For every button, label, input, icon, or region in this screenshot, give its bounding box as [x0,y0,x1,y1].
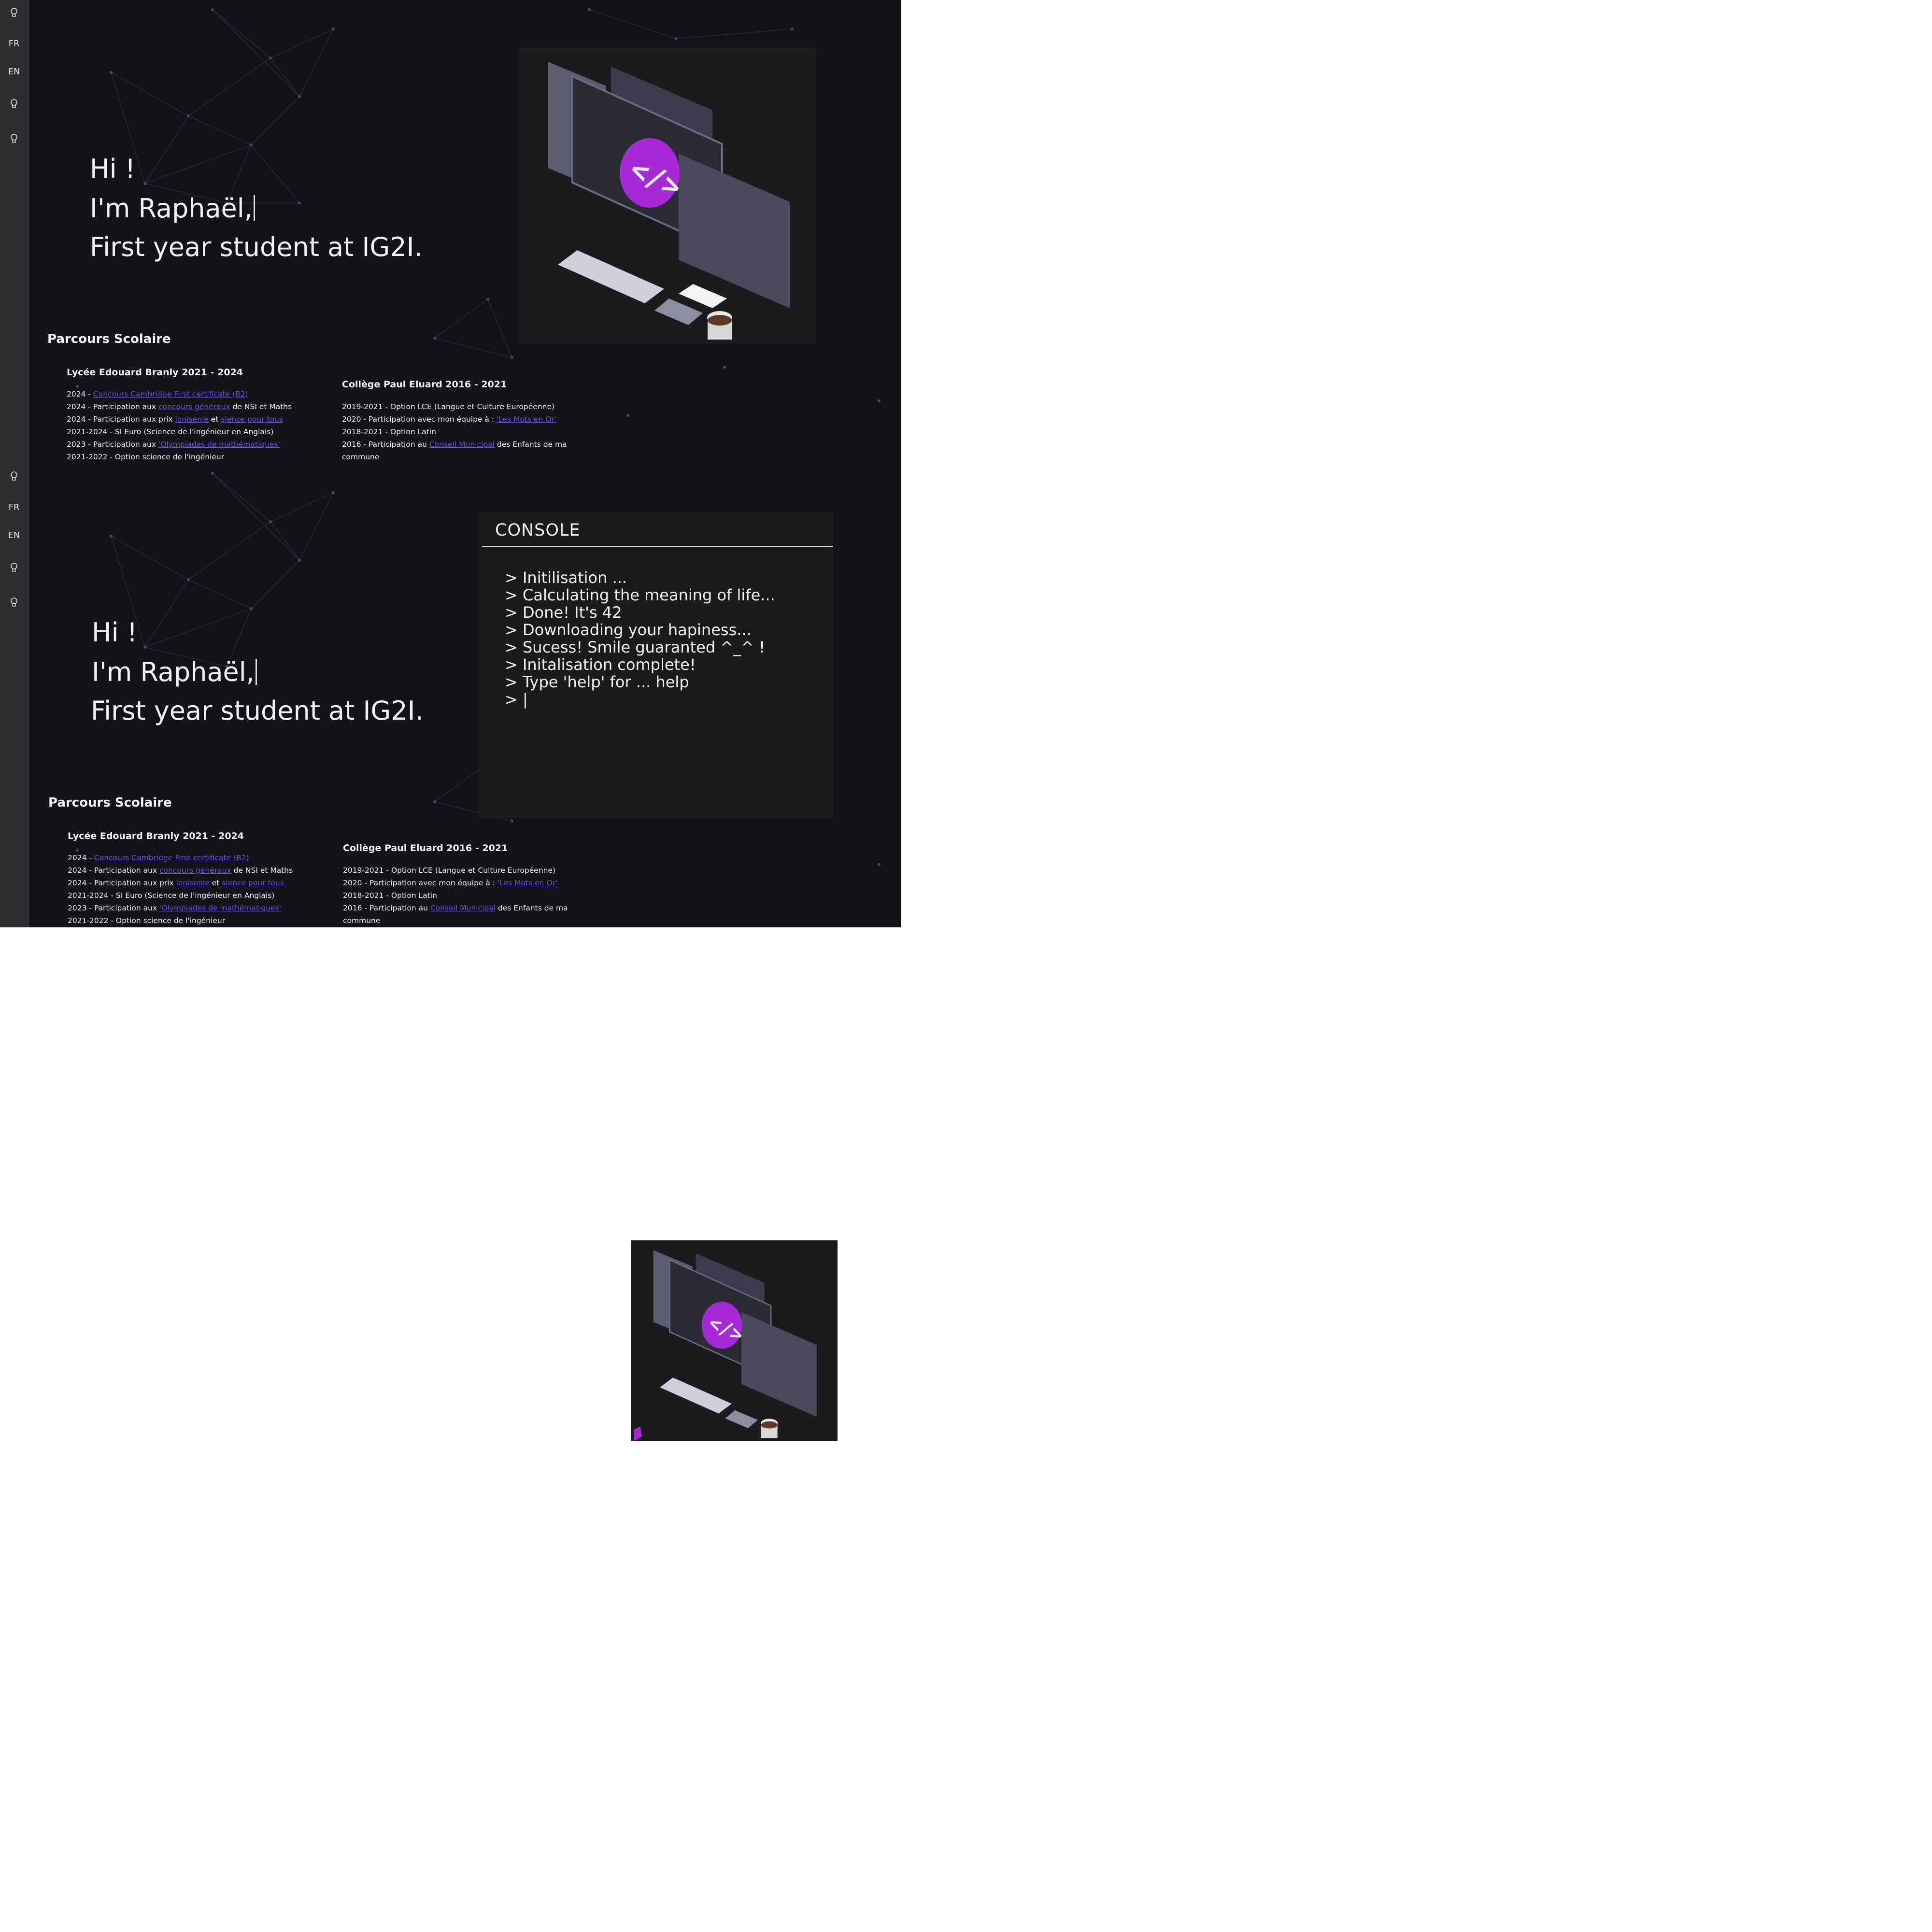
console-line: > Type 'help' for ... help [505,673,689,691]
mots-en-or-link[interactable]: 'Les Mots en Or' [497,879,557,887]
conseil-municipal-link[interactable]: Conseil Municipal [430,904,496,912]
lightbulb-icon [11,597,17,607]
lang-fr-button[interactable]: FR [0,39,28,49]
hero-name: I'm Raphaël, [92,657,257,687]
list-item: 2024 - Participation aux prix ionisenle … [67,415,283,424]
lightbulb-icon [11,134,17,143]
cambridge-link[interactable]: Concours Cambridge First certificate (B2… [93,390,248,398]
cambridge-link[interactable]: Concours Cambridge First certificate (B2… [94,853,249,862]
college-title: Collège Paul Eluard 2016 - 2021 [342,379,507,390]
list-item: 2024 - Participation aux concours généra… [68,866,293,875]
list-item: 2019-2021 - Option LCE (Langue et Cultur… [342,402,555,411]
education-title: Parcours Scolaire [48,796,172,810]
lightbulb-button[interactable] [0,134,28,144]
console-line: > Calculating the meaning of life... [505,586,775,604]
lycee-title: Lycée Edouard Branly 2021 - 2024 [68,831,244,841]
portfolio-view-console: FR EN Hi ! I'm Raphaël, First year stude… [0,464,901,927]
list-item: 2018-2021 - Option Latin [343,891,437,900]
list-item: 2024 - Participation aux concours généra… [67,402,292,411]
theme-toggle-button[interactable] [0,471,28,482]
console-title: CONSOLE [495,521,581,540]
list-item: 2021-2022 - Option science de l'ingénieu… [68,916,226,925]
console-input-line[interactable]: > | [505,691,775,708]
college-list: 2019-2021 - Option LCE (Langue et Cultur… [343,864,568,927]
lightbulb-button[interactable] [0,597,28,608]
olympiades-link[interactable]: 'Olympiades de mathématiques' [159,904,281,912]
computer-illustration-thumbnail: </> [631,1240,838,1441]
sience-pour-tous-link[interactable]: sience pour tous [221,415,283,424]
text-caret [255,659,257,685]
college-list: 2019-2021 - Option LCE (Langue et Cultur… [342,400,567,463]
portfolio-view-illustration: FR EN Hi ! I'm Raphaël, First year stude… [0,0,901,464]
lightbulb-button[interactable] [0,99,28,110]
education-title: Parcours Scolaire [47,332,171,346]
hero-greeting: Hi ! [90,154,136,184]
console-line: > Initilisation ... [505,568,627,587]
hero-greeting: Hi ! [92,617,138,648]
list-item: 2024 - Concours Cambridge First certific… [67,390,248,398]
concours-generaux-link[interactable]: concours généraux [159,866,231,875]
lycee-list: 2024 - Concours Cambridge First certific… [67,388,292,463]
lightbulb-button[interactable] [0,563,28,573]
lightbulb-icon [11,99,17,108]
list-item: 2021-2024 - SI Euro (Science de l'ingéni… [67,427,274,436]
list-item: 2019-2021 - Option LCE (Langue et Cultur… [343,866,556,875]
concours-generaux-link[interactable]: concours généraux [158,402,230,411]
list-item: commune [342,453,380,461]
lycee-title: Lycée Edouard Branly 2021 - 2024 [67,367,243,378]
lycee-list: 2024 - Concours Cambridge First certific… [68,852,293,927]
sidebar: FR EN [0,0,29,464]
list-item: 2020 - Participation avec mon équipe à :… [343,879,558,887]
theme-toggle-button[interactable] [0,8,28,18]
console-line: > Sucess! Smile guaranted ^_^ ! [505,638,765,656]
college-title: Collège Paul Eluard 2016 - 2021 [343,843,508,853]
lightbulb-icon [11,8,17,17]
list-item: 2023 - Participation aux 'Olympiades de … [68,904,281,912]
ionisenle-link[interactable]: ionisenle [175,415,209,424]
list-item: 2021-2022 - Option science de l'ingénieu… [67,453,225,461]
console-panel[interactable]: CONSOLE > Initilisation ... > Calculatin… [478,512,833,818]
lightbulb-icon [11,563,17,572]
computer-illustration: </> [519,47,816,344]
console-divider [482,546,833,547]
mots-en-or-link[interactable]: 'Les Mots en Or' [497,415,556,424]
lang-en-button[interactable]: EN [0,530,28,540]
hero-subtitle: First year student at IG2I. [91,696,424,726]
conseil-municipal-link[interactable]: Conseil Municipal [429,440,495,449]
sidebar: FR EN [0,464,29,927]
computer-illustration-graphic: </> [634,1250,817,1441]
olympiades-link[interactable]: 'Olympiades de mathématiques' [158,440,280,449]
computer-illustration-graphic: </> [548,62,790,340]
list-item: 2020 - Participation avec mon équipe à :… [342,415,557,424]
lightbulb-icon [11,471,17,481]
lang-en-button[interactable]: EN [0,67,28,77]
sience-pour-tous-link[interactable]: sience pour tous [222,879,284,887]
lang-fr-button[interactable]: FR [0,502,28,512]
console-line: > Initalisation complete! [505,655,696,674]
hero-name: I'm Raphaël, [90,193,255,224]
list-item: 2024 - Participation aux prix ionisenle … [68,879,284,887]
list-item: 2023 - Participation aux 'Olympiades de … [67,440,280,449]
list-item: commune [343,916,381,925]
ionisenle-link[interactable]: ionisenle [176,879,210,887]
list-item: 2016 - Participation au Conseil Municipa… [342,440,567,449]
list-item: 2021-2024 - SI Euro (Science de l'ingéni… [68,891,275,900]
list-item: 2024 - Concours Cambridge First certific… [68,853,249,862]
list-item: 2016 - Participation au Conseil Municipa… [343,904,568,912]
hero-subtitle: First year student at IG2I. [90,232,423,262]
console-output: > Initilisation ... > Calculating the me… [505,569,775,708]
text-caret [253,195,255,221]
console-line: > Done! It's 42 [505,603,622,622]
console-line: > Downloading your hapiness... [505,621,752,639]
list-item: 2018-2021 - Option Latin [342,427,436,436]
